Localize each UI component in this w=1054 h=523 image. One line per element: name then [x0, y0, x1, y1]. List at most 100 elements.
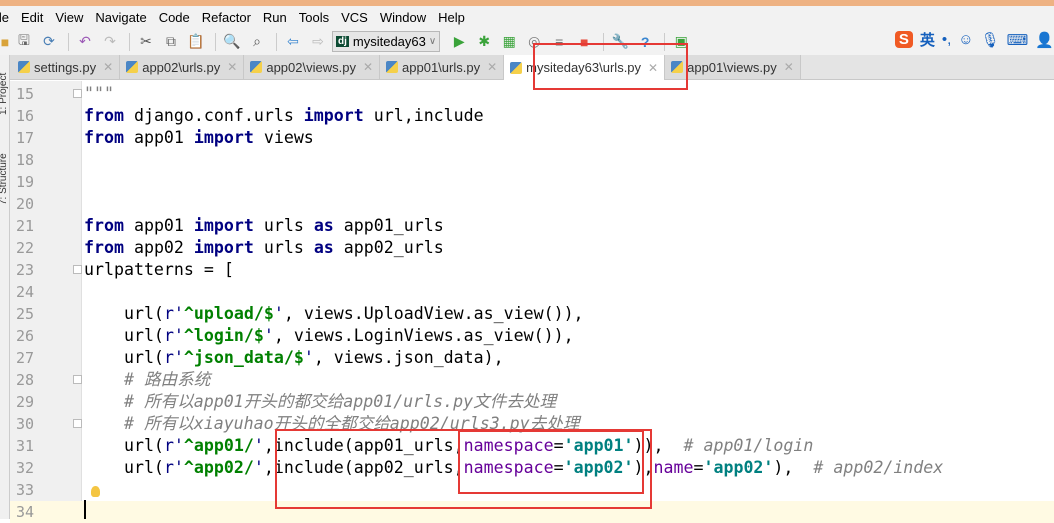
code-text: # 路由系统: [84, 369, 210, 391]
code-token: r': [163, 436, 184, 455]
undo-icon[interactable]: ↶: [74, 32, 96, 52]
menu-window[interactable]: Window: [380, 10, 426, 25]
editor-tab[interactable]: app01\urls.py ✕: [380, 55, 505, 79]
run-config-select[interactable]: dj mysiteday63 ∨: [332, 31, 441, 52]
highlight-box-tab: [533, 43, 688, 90]
code-token: ^app01/: [183, 436, 254, 455]
code-token: app01: [123, 216, 194, 235]
save-icon[interactable]: 🖫: [13, 32, 35, 52]
menu-vcs[interactable]: VCS: [341, 10, 368, 25]
line-number: 30: [15, 415, 34, 433]
line-number: 18: [15, 151, 34, 169]
emoji-icon[interactable]: ☺: [958, 31, 973, 48]
code-token: url(: [84, 348, 164, 367]
code-text: urlpatterns = [: [84, 259, 234, 281]
copy-icon[interactable]: ⧉: [160, 32, 182, 52]
keyboard-icon[interactable]: ⌨: [1007, 31, 1029, 49]
code-token: ': [253, 436, 264, 455]
code-line: 19: [10, 171, 1054, 193]
menu-tools[interactable]: Tools: [299, 10, 329, 25]
line-number: 26: [15, 327, 34, 345]
editor-tabs: settings.py ✕ app02\urls.py ✕ app02\views.py…: [10, 55, 1054, 80]
code-token: from: [84, 106, 124, 125]
code-token: ': [303, 348, 314, 367]
code-token: url(: [84, 458, 164, 477]
close-icon[interactable]: ✕: [487, 60, 497, 74]
code-token: ': [253, 458, 264, 477]
code-text: url(r'^login/$', views.LoginViews.as_vie…: [84, 325, 574, 347]
code-token: ^json_data/$: [183, 348, 304, 367]
fold-marker-icon[interactable]: [73, 265, 82, 274]
code-text: url(r'^upload/$', views.UploadView.as_vi…: [84, 303, 584, 325]
find-icon[interactable]: 🔍: [221, 32, 243, 52]
line-number: 17: [15, 129, 34, 147]
line-number: 33: [15, 481, 34, 499]
menu-edit[interactable]: Edit: [21, 10, 43, 25]
code-token: django.conf.urls: [123, 106, 304, 125]
code-text: """: [84, 83, 114, 105]
cut-icon[interactable]: ✂: [135, 32, 157, 52]
line-number: 32: [15, 459, 34, 477]
lightbulb-icon[interactable]: [91, 486, 100, 497]
line-number: 29: [15, 393, 34, 411]
code-line: 16 from django.conf.urls import url,inclu…: [10, 105, 1054, 127]
close-icon[interactable]: ✕: [363, 60, 373, 74]
code-line: 22 from app02 import urls as app02_urls: [10, 237, 1054, 259]
close-icon[interactable]: ✕: [784, 60, 794, 74]
line-number: 31: [15, 437, 34, 455]
python-file-icon: [386, 61, 399, 73]
project-tool-tab[interactable]: 1: Project: [0, 55, 9, 115]
code-token: # 路由系统: [84, 370, 211, 389]
redo-icon[interactable]: ↷: [99, 32, 121, 52]
editor-tab[interactable]: app02\views.py ✕: [244, 55, 381, 79]
line-number: 22: [15, 239, 34, 257]
code-token: # app02/index: [813, 458, 944, 477]
menu-view[interactable]: View: [55, 10, 83, 25]
ime-lang-toggle[interactable]: 英: [920, 29, 935, 50]
code-token: r': [163, 304, 184, 323]
coverage-icon[interactable]: ▦: [498, 32, 520, 52]
code-line: 15 """: [10, 83, 1054, 105]
menu-code[interactable]: Code: [159, 10, 190, 25]
mic-icon[interactable]: 🎙: [981, 31, 1000, 49]
editor-tab[interactable]: app02\urls.py ✕: [120, 55, 245, 79]
code-token: as: [313, 216, 334, 235]
back-icon[interactable]: ⇦: [282, 32, 304, 52]
code-token: =: [693, 458, 704, 477]
code-text: url(r'^json_data/$', views.json_data),: [84, 347, 504, 369]
sogou-logo[interactable]: S: [894, 31, 913, 48]
menu-file[interactable]: ile: [0, 10, 9, 25]
fold-marker-icon[interactable]: [73, 419, 82, 428]
run-icon[interactable]: ▶: [448, 32, 470, 52]
sync-icon[interactable]: ⟳: [38, 32, 60, 52]
code-line: 20: [10, 193, 1054, 215]
menu-navigate[interactable]: Navigate: [95, 10, 146, 25]
debug-icon[interactable]: ✱: [473, 32, 495, 52]
line-number: 15: [15, 85, 34, 103]
editor-tab[interactable]: settings.py ✕: [10, 55, 121, 79]
code-line: 23 urlpatterns = [: [10, 259, 1054, 281]
fold-marker-icon[interactable]: [73, 375, 82, 384]
code-text: from app01 import urls as app01_urls: [84, 215, 444, 237]
user-icon[interactable]: 👤: [1035, 31, 1054, 49]
menu-refactor[interactable]: Refactor: [202, 10, 251, 25]
paste-icon[interactable]: 📋: [185, 32, 207, 52]
replace-icon[interactable]: ⌕: [246, 32, 268, 52]
forward-icon[interactable]: ⇨: [307, 32, 329, 52]
code-token: import: [193, 238, 254, 257]
punctuation-icon[interactable]: •,: [942, 31, 951, 48]
code-token: ^upload/$: [183, 304, 274, 323]
structure-tool-tab[interactable]: 7: Structure: [0, 145, 9, 205]
open-folder-icon[interactable]: ■: [0, 32, 10, 52]
close-icon[interactable]: ✕: [227, 60, 237, 74]
fold-marker-icon[interactable]: [73, 89, 82, 98]
code-token: urls: [253, 216, 314, 235]
code-token: url(: [84, 326, 164, 345]
menu-help[interactable]: Help: [438, 10, 465, 25]
code-token: as: [313, 238, 334, 257]
code-line: 29 # 所有以app01开头的都交给app01/urls.py文件去处理: [10, 391, 1054, 413]
close-icon[interactable]: ✕: [103, 60, 113, 74]
menu-run[interactable]: Run: [263, 10, 287, 25]
code-token: , views.LoginViews.as_view()),: [273, 326, 574, 345]
code-token: , views.json_data),: [313, 348, 504, 367]
